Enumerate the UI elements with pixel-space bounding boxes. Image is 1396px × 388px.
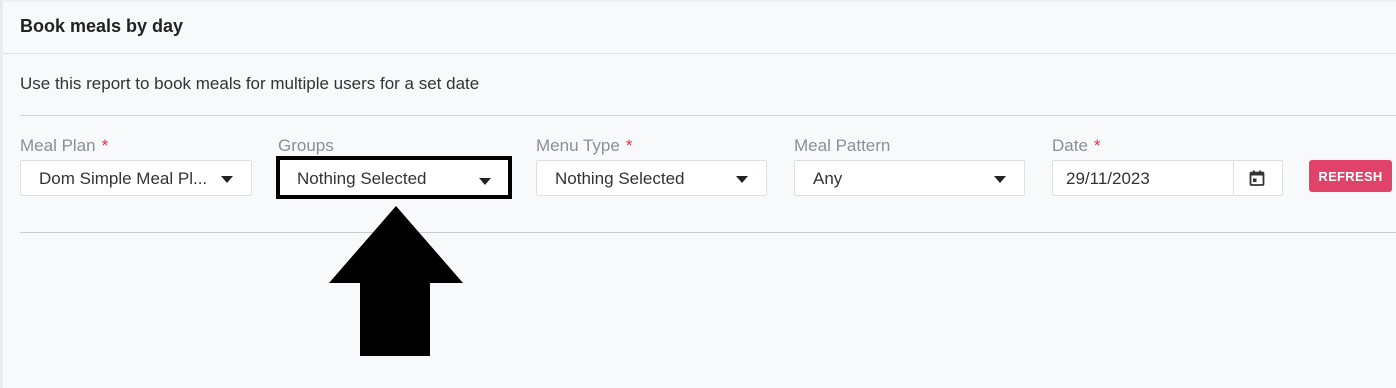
meal-plan-select[interactable]: Dom Simple Meal Pl... <box>20 160 252 196</box>
meal-pattern-label-text: Meal Pattern <box>794 136 891 155</box>
meal-plan-value: Dom Simple Meal Pl... <box>39 169 208 188</box>
header-divider <box>3 53 1396 54</box>
meal-pattern-value: Any <box>813 169 843 188</box>
meal-plan-label: Meal Plan * <box>20 136 108 156</box>
meal-plan-label-text: Meal Plan <box>20 136 96 155</box>
date-value: 29/11/2023 <box>1066 169 1150 188</box>
required-marker: * <box>101 136 109 155</box>
left-border <box>0 0 3 388</box>
refresh-button[interactable]: REFRESH <box>1309 160 1392 192</box>
meal-pattern-select[interactable]: Any <box>794 160 1025 196</box>
card-description: Use this report to book meals for multip… <box>20 74 480 93</box>
date-label-text: Date <box>1052 136 1088 155</box>
filters-divider <box>20 232 1396 233</box>
menu-type-label-text: Menu Type <box>536 136 620 155</box>
groups-label-text: Groups <box>278 136 334 155</box>
calendar-icon <box>1249 170 1265 186</box>
required-marker: * <box>625 136 633 155</box>
groups-value: Nothing Selected <box>297 169 427 188</box>
description-divider <box>20 115 1396 116</box>
top-border <box>0 0 1396 2</box>
menu-type-label: Menu Type * <box>536 136 632 156</box>
caret-down-icon <box>479 178 491 185</box>
menu-type-value: Nothing Selected <box>555 169 685 188</box>
date-label: Date * <box>1052 136 1101 156</box>
book-meals-card: Book meals by day Use this report to boo… <box>0 0 1396 388</box>
caret-down-icon <box>221 176 233 183</box>
groups-label: Groups <box>278 136 334 156</box>
card-title: Book meals by day <box>20 16 184 36</box>
meal-pattern-label: Meal Pattern <box>794 136 890 156</box>
date-input[interactable]: 29/11/2023 <box>1052 160 1283 196</box>
arrow-up-icon <box>329 206 463 356</box>
required-marker: * <box>1093 136 1101 155</box>
caret-down-icon <box>736 176 748 183</box>
caret-down-icon <box>994 176 1006 183</box>
date-picker-button[interactable] <box>1233 161 1282 195</box>
groups-select[interactable]: Nothing Selected <box>276 156 512 199</box>
menu-type-select[interactable]: Nothing Selected <box>536 160 767 196</box>
